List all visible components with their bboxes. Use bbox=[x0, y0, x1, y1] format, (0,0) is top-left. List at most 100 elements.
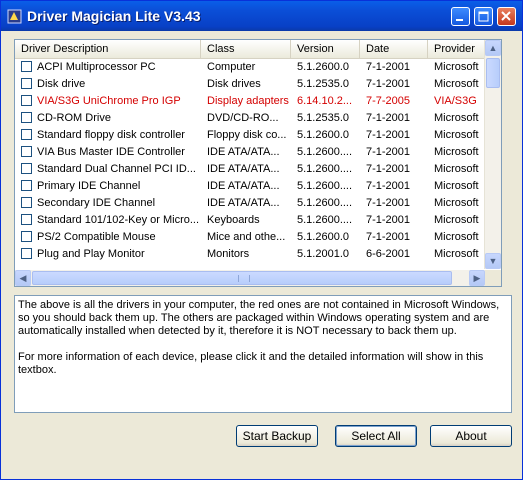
cell-date: 7-1-2001 bbox=[366, 231, 411, 243]
cell-provider: Microsoft bbox=[434, 129, 479, 141]
cell-date: 7-1-2001 bbox=[366, 61, 411, 73]
client-area: Driver Description Class Version Date Pr… bbox=[5, 31, 518, 477]
row-checkbox[interactable] bbox=[21, 214, 32, 225]
cell-version: 5.1.2600.0 bbox=[297, 231, 349, 243]
driver-list[interactable]: Driver Description Class Version Date Pr… bbox=[14, 39, 502, 287]
cell-description: Disk drive bbox=[37, 78, 86, 90]
cell-version: 5.1.2001.0 bbox=[297, 248, 349, 260]
table-row[interactable]: Plug and Play Monitor Monitors 5.1.2001.0 6… bbox=[15, 246, 485, 263]
minimize-button[interactable] bbox=[451, 7, 470, 26]
cell-date: 7-1-2001 bbox=[366, 163, 411, 175]
cell-version: 5.1.2600.0 bbox=[297, 129, 349, 141]
scroll-right-button[interactable]: ▶ bbox=[469, 270, 485, 286]
cell-class: IDE ATA/ATA... bbox=[207, 180, 280, 192]
cell-provider: Microsoft bbox=[434, 61, 479, 73]
vertical-scrollbar[interactable]: ▲ ▼ bbox=[484, 40, 501, 269]
cell-class: DVD/CD-RO... bbox=[207, 112, 279, 124]
cell-description: VIA Bus Master IDE Controller bbox=[37, 146, 185, 158]
cell-version: 5.1.2600.0 bbox=[297, 61, 349, 73]
cell-date: 7-1-2001 bbox=[366, 180, 411, 192]
cell-version: 5.1.2600.... bbox=[297, 180, 353, 192]
scroll-up-button[interactable]: ▲ bbox=[485, 40, 501, 56]
table-row[interactable]: Disk drive Disk drives 5.1.2535.0 7-1-2001 M… bbox=[15, 76, 485, 93]
row-checkbox[interactable] bbox=[21, 146, 32, 157]
cell-description: Secondary IDE Channel bbox=[37, 197, 156, 209]
info-paragraph-1: The above is all the drivers in your com… bbox=[18, 299, 500, 337]
info-textbox[interactable]: The above is all the drivers in your com… bbox=[14, 295, 512, 413]
column-header-date[interactable]: Date bbox=[360, 40, 428, 58]
cell-provider: Microsoft bbox=[434, 78, 479, 90]
column-header-description[interactable]: Driver Description bbox=[15, 40, 201, 58]
cell-version: 6.14.10.2... bbox=[297, 95, 353, 107]
cell-class: IDE ATA/ATA... bbox=[207, 146, 280, 158]
column-header-class[interactable]: Class bbox=[201, 40, 291, 58]
cell-class: Keyboards bbox=[207, 214, 260, 226]
cell-class: Disk drives bbox=[207, 78, 261, 90]
table-row[interactable]: Standard Dual Channel PCI ID... IDE ATA/A… bbox=[15, 161, 485, 178]
cell-provider: Microsoft bbox=[434, 248, 479, 260]
select-all-button[interactable]: Select All bbox=[335, 425, 417, 447]
maximize-icon bbox=[478, 11, 489, 22]
table-row[interactable]: Standard floppy disk controller Floppy di… bbox=[15, 127, 485, 144]
vertical-scroll-thumb[interactable] bbox=[486, 58, 500, 88]
row-checkbox[interactable] bbox=[21, 61, 32, 72]
start-backup-button[interactable]: Start Backup bbox=[236, 425, 318, 447]
cell-version: 5.1.2535.0 bbox=[297, 78, 349, 90]
horizontal-scrollbar[interactable]: ◀ ▶ bbox=[15, 270, 485, 286]
cell-version: 5.1.2600.... bbox=[297, 197, 353, 209]
cell-class: Display adapters bbox=[207, 95, 289, 107]
row-checkbox[interactable] bbox=[21, 112, 32, 123]
scroll-down-button[interactable]: ▼ bbox=[485, 253, 501, 269]
cell-class: Monitors bbox=[207, 248, 250, 260]
row-checkbox[interactable] bbox=[21, 95, 32, 106]
horizontal-scroll-thumb[interactable] bbox=[32, 271, 452, 285]
table-row[interactable]: PS/2 Compatible Mouse Mice and othe... 5.1… bbox=[15, 229, 485, 246]
driver-rows: ACPI Multiprocessor PC Computer 5.1.2600.0… bbox=[15, 59, 485, 263]
table-row[interactable]: VIA Bus Master IDE Controller IDE ATA/ATA… bbox=[15, 144, 485, 161]
cell-provider: VIA/S3G bbox=[434, 95, 477, 107]
row-checkbox[interactable] bbox=[21, 231, 32, 242]
cell-version: 5.1.2600.... bbox=[297, 214, 353, 226]
table-row[interactable]: CD-ROM Drive DVD/CD-RO... 5.1.2535.0 7-1-20… bbox=[15, 110, 485, 127]
row-checkbox[interactable] bbox=[21, 180, 32, 191]
row-checkbox[interactable] bbox=[21, 197, 32, 208]
cell-description: CD-ROM Drive bbox=[37, 112, 111, 124]
scroll-grip bbox=[238, 275, 250, 282]
title-bar[interactable]: Driver Magician Lite V3.43 bbox=[1, 1, 522, 31]
cell-description: PS/2 Compatible Mouse bbox=[37, 231, 156, 243]
cell-version: 5.1.2600.... bbox=[297, 146, 353, 158]
maximize-button[interactable] bbox=[474, 7, 493, 26]
about-button[interactable]: About bbox=[430, 425, 512, 447]
cell-date: 7-1-2001 bbox=[366, 129, 411, 141]
table-row[interactable]: Standard 101/102-Key or Micro... Keyboard… bbox=[15, 212, 485, 229]
cell-date: 7-1-2001 bbox=[366, 78, 411, 90]
column-header-version[interactable]: Version bbox=[291, 40, 360, 58]
cell-description: Standard Dual Channel PCI ID... bbox=[37, 163, 196, 175]
table-row[interactable]: ACPI Multiprocessor PC Computer 5.1.2600.0… bbox=[15, 59, 485, 76]
table-row[interactable]: Primary IDE Channel IDE ATA/ATA... 5.1.260… bbox=[15, 178, 485, 195]
close-button[interactable] bbox=[497, 7, 516, 26]
cell-class: IDE ATA/ATA... bbox=[207, 197, 280, 209]
cell-provider: Microsoft bbox=[434, 214, 479, 226]
cell-description: Standard 101/102-Key or Micro... bbox=[37, 214, 200, 226]
row-checkbox[interactable] bbox=[21, 248, 32, 259]
app-icon bbox=[7, 9, 22, 24]
cell-provider: Microsoft bbox=[434, 163, 479, 175]
table-row[interactable]: VIA/S3G UniChrome Pro IGP Display adapter… bbox=[15, 93, 485, 110]
cell-class: IDE ATA/ATA... bbox=[207, 163, 280, 175]
cell-date: 7-1-2001 bbox=[366, 112, 411, 124]
cell-provider: Microsoft bbox=[434, 197, 479, 209]
cell-description: Standard floppy disk controller bbox=[37, 129, 185, 141]
row-checkbox[interactable] bbox=[21, 163, 32, 174]
scroll-corner bbox=[485, 270, 501, 286]
cell-class: Floppy disk co... bbox=[207, 129, 287, 141]
column-header-provider[interactable]: Provider bbox=[428, 40, 488, 58]
cell-class: Mice and othe... bbox=[207, 231, 286, 243]
table-row[interactable]: Secondary IDE Channel IDE ATA/ATA... 5.1.2… bbox=[15, 195, 485, 212]
cell-date: 7-7-2005 bbox=[366, 95, 411, 107]
row-checkbox[interactable] bbox=[21, 78, 32, 89]
cell-description: Plug and Play Monitor bbox=[37, 248, 145, 260]
scroll-left-button[interactable]: ◀ bbox=[15, 270, 31, 286]
row-checkbox[interactable] bbox=[21, 129, 32, 140]
cell-description: ACPI Multiprocessor PC bbox=[37, 61, 156, 73]
